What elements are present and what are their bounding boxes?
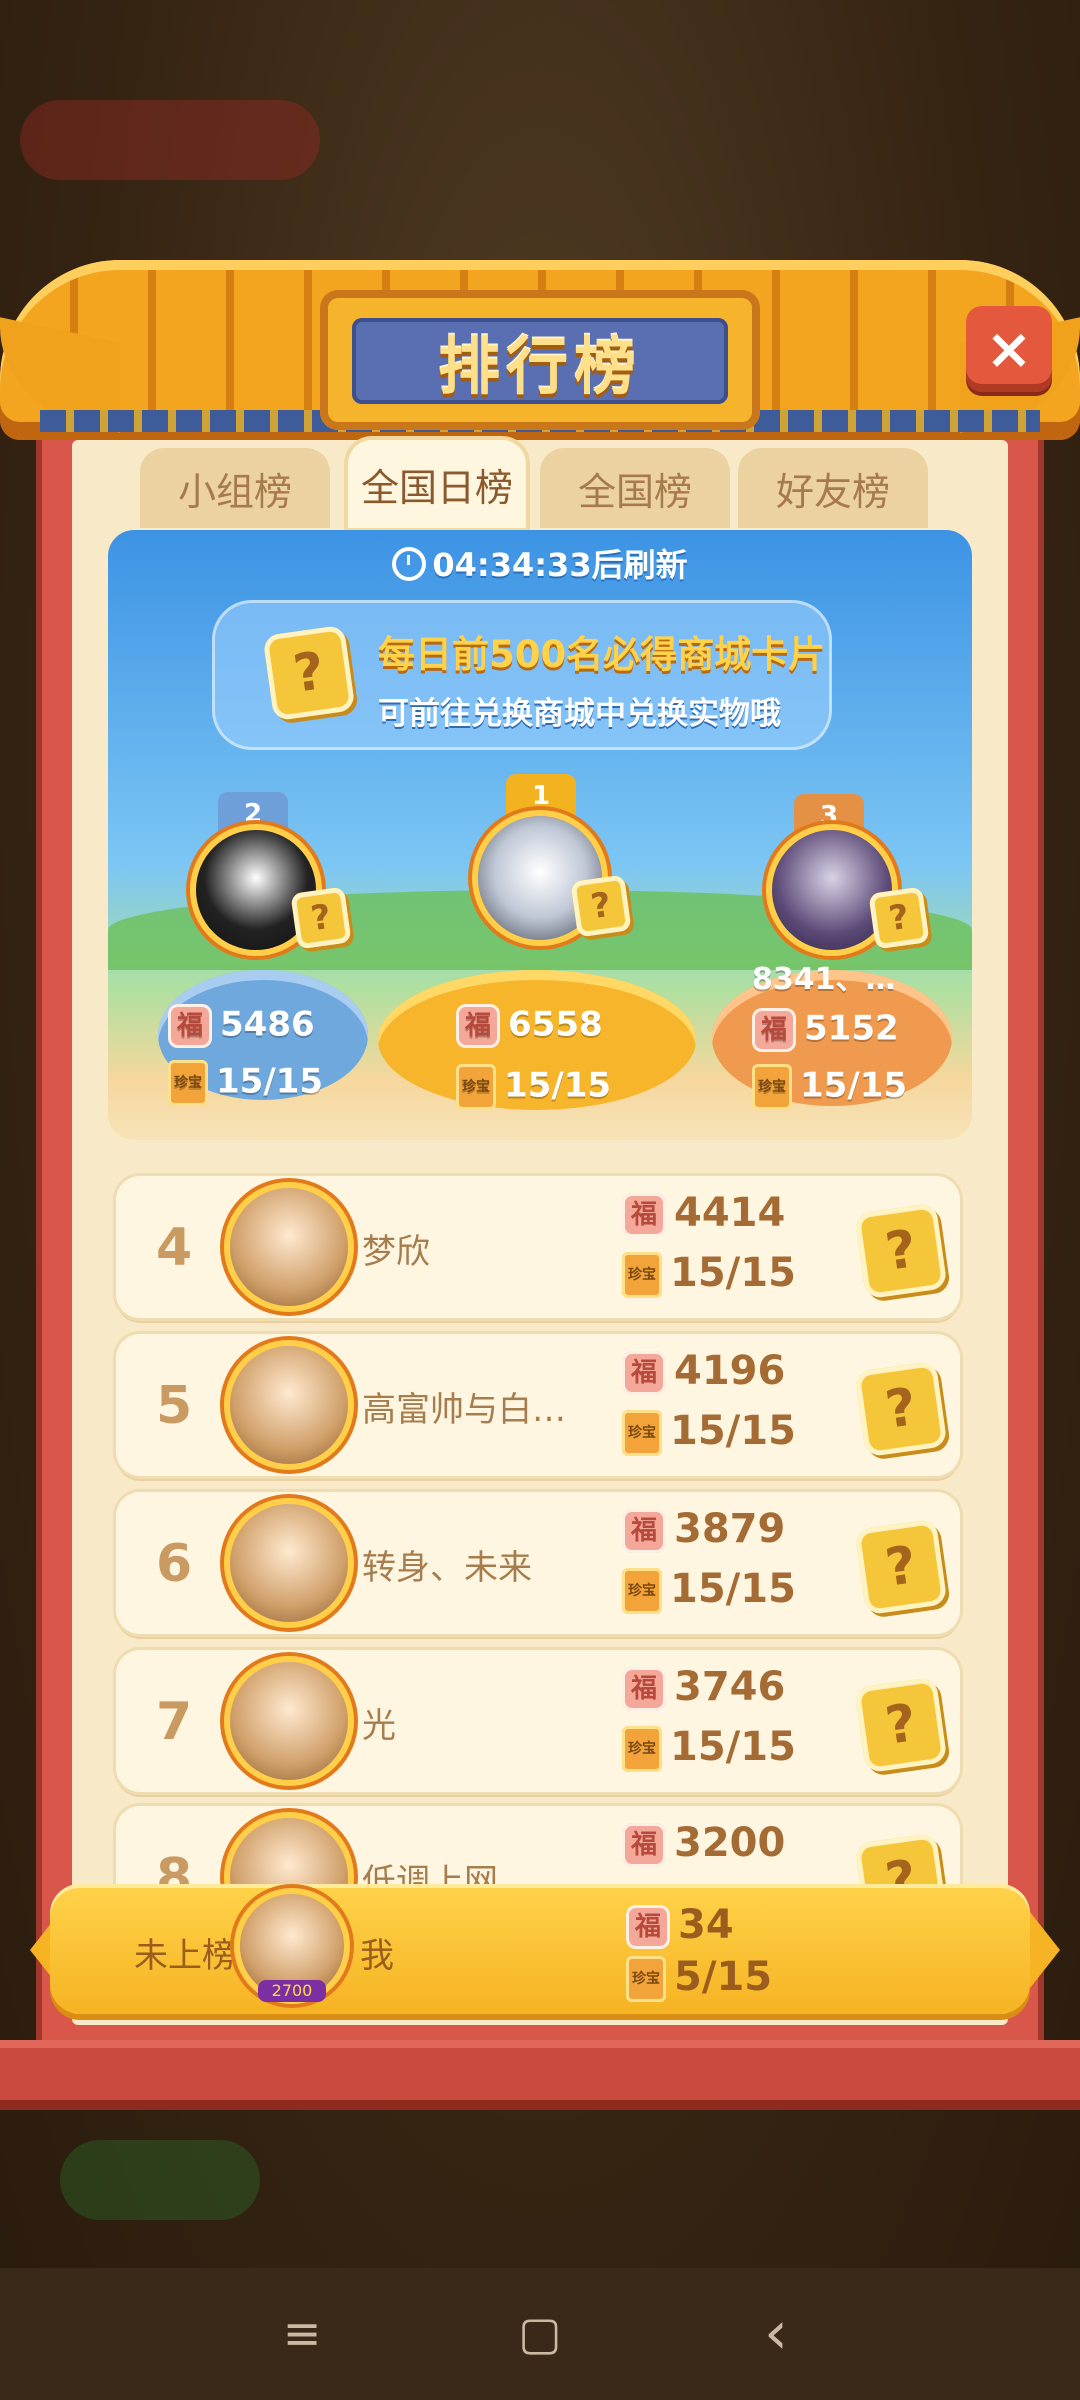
banner-line2: 可前往兑换商城中兑换实物哦 xyxy=(378,696,781,732)
player-name: 光 xyxy=(362,1706,396,1746)
name-rank-3: 8341、… xyxy=(752,962,896,997)
tab-national[interactable]: 全国榜 xyxy=(540,448,730,528)
player-score: 福 3200 xyxy=(622,1820,785,1867)
player-avatar[interactable] xyxy=(230,1504,348,1622)
player-avatar[interactable] xyxy=(230,1818,348,1886)
mystery-card-icon: ? xyxy=(854,1360,948,1458)
title-plaque-inner: 排行榜 xyxy=(352,318,728,404)
my-ranking-row[interactable]: 未上榜 2700 我 福 34 珍宝 5/15 xyxy=(50,1884,1030,2014)
mystery-card-icon: ? xyxy=(854,1676,948,1774)
fu-icon: 福 xyxy=(622,1351,666,1395)
my-name: 我 xyxy=(360,1936,394,1976)
fu-icon: 福 xyxy=(622,1667,666,1711)
clock-icon xyxy=(392,547,427,581)
mystery-card-icon: ? xyxy=(854,1518,948,1616)
tab-group[interactable]: 小组榜 xyxy=(140,448,330,528)
score-rank-3: 福 5152 xyxy=(752,1008,899,1052)
player-name: 低调上网 xyxy=(362,1862,498,1886)
player-name: 转身、未来 xyxy=(362,1548,532,1588)
player-score: 福 3879 xyxy=(622,1506,785,1553)
rank-number: 8 xyxy=(156,1848,193,1886)
book-icon: 珍宝 xyxy=(622,1726,662,1772)
rank-number: 7 xyxy=(156,1692,193,1752)
fu-icon: 福 xyxy=(622,1193,666,1237)
player-score: 福 3746 xyxy=(622,1664,785,1711)
mystery-card-icon: ? xyxy=(262,624,356,722)
frame-base xyxy=(0,2040,1080,2110)
player-name: 高富帅与白… xyxy=(362,1390,566,1430)
fu-icon: 福 xyxy=(622,1509,666,1553)
player-name: 梦欣 xyxy=(362,1232,430,1272)
back-icon[interactable]: ‹ xyxy=(736,2298,816,2368)
fu-icon: 福 xyxy=(168,1004,212,1048)
close-button[interactable]: × xyxy=(966,306,1052,392)
player-avatar[interactable] xyxy=(230,1346,348,1464)
close-icon: × xyxy=(985,316,1033,382)
top3-panel: 04:34:33后刷新 ? 每日前500名必得商城卡片 可前往兑换商城中兑换实物… xyxy=(108,530,972,1140)
ranking-row[interactable]: 6 转身、未来 福 3879 珍宝 15/15 ? xyxy=(116,1492,960,1634)
book-icon: 珍宝 xyxy=(626,1956,666,2002)
tab-bar: 小组榜 全国日榜 全国榜 好友榜 xyxy=(140,440,940,528)
my-avatar[interactable]: 2700 xyxy=(240,1894,344,2002)
book-icon: 珍宝 xyxy=(622,1568,662,1614)
player-progress: 珍宝 15/15 xyxy=(622,1250,796,1298)
fu-icon: 福 xyxy=(626,1905,670,1949)
progress-rank-2: 珍宝 15/15 xyxy=(168,1060,323,1106)
my-score: 福 34 xyxy=(626,1902,734,1949)
book-icon: 珍宝 xyxy=(622,1410,662,1456)
progress-rank-3: 珍宝 15/15 xyxy=(752,1064,907,1110)
rank-number: 5 xyxy=(156,1376,193,1436)
mystery-card-icon: ? xyxy=(854,1202,948,1300)
player-progress: 珍宝 15/15 xyxy=(622,1408,796,1456)
rank-number: 4 xyxy=(156,1218,193,1278)
ranking-row[interactable]: 5 高富帅与白… 福 4196 珍宝 15/15 ? xyxy=(116,1334,960,1476)
book-icon: 珍宝 xyxy=(456,1064,496,1110)
mystery-card-icon: ? xyxy=(868,886,930,950)
my-avatar-badge: 2700 xyxy=(258,1980,326,2002)
tab-national-daily[interactable]: 全国日榜 xyxy=(348,440,526,528)
menu-icon[interactable]: ≡ xyxy=(262,2298,342,2368)
rank-number: 6 xyxy=(156,1534,193,1594)
mystery-card-icon: ? xyxy=(570,874,632,938)
my-rank: 未上榜 xyxy=(134,1936,236,1976)
home-icon[interactable]: ▢ xyxy=(500,2298,580,2368)
player-score: 福 4414 xyxy=(622,1190,785,1237)
ranking-row[interactable]: 7 光 福 3746 珍宝 15/15 ? xyxy=(116,1650,960,1792)
player-avatar[interactable] xyxy=(230,1188,348,1306)
ranking-row[interactable]: 8 低调上网 福 3200 ? xyxy=(116,1806,960,1886)
book-icon: 珍宝 xyxy=(752,1064,792,1110)
my-progress: 珍宝 5/15 xyxy=(626,1954,772,2002)
fu-icon: 福 xyxy=(752,1008,796,1052)
progress-rank-1: 珍宝 15/15 xyxy=(456,1064,611,1110)
refresh-timer: 04:34:33后刷新 xyxy=(108,540,972,586)
my-row-arrow-right xyxy=(1030,1912,1060,1988)
crown-rank-1: 1 xyxy=(506,774,576,818)
player-score: 福 4196 xyxy=(622,1348,785,1395)
banner-line1: 每日前500名必得商城卡片 xyxy=(378,633,826,676)
book-icon: 珍宝 xyxy=(622,1252,662,1298)
fu-icon: 福 xyxy=(622,1823,666,1867)
page-title: 排行榜 xyxy=(437,330,642,403)
system-nav-bar: ≡ ▢ ‹ xyxy=(0,2268,1080,2400)
ranking-row[interactable]: 4 梦欣 福 4414 珍宝 15/15 ? xyxy=(116,1176,960,1318)
score-rank-2: 福 5486 xyxy=(168,1004,315,1048)
player-progress: 珍宝 15/15 xyxy=(622,1566,796,1614)
mystery-card-icon: ? xyxy=(854,1832,948,1886)
score-rank-1: 福 6558 xyxy=(456,1004,603,1048)
book-icon: 珍宝 xyxy=(168,1060,208,1106)
player-progress: 珍宝 15/15 xyxy=(622,1724,796,1772)
mystery-card-icon: ? xyxy=(290,886,352,950)
fu-icon: 福 xyxy=(456,1004,500,1048)
tab-friends[interactable]: 好友榜 xyxy=(738,448,928,528)
player-avatar[interactable] xyxy=(230,1662,348,1780)
